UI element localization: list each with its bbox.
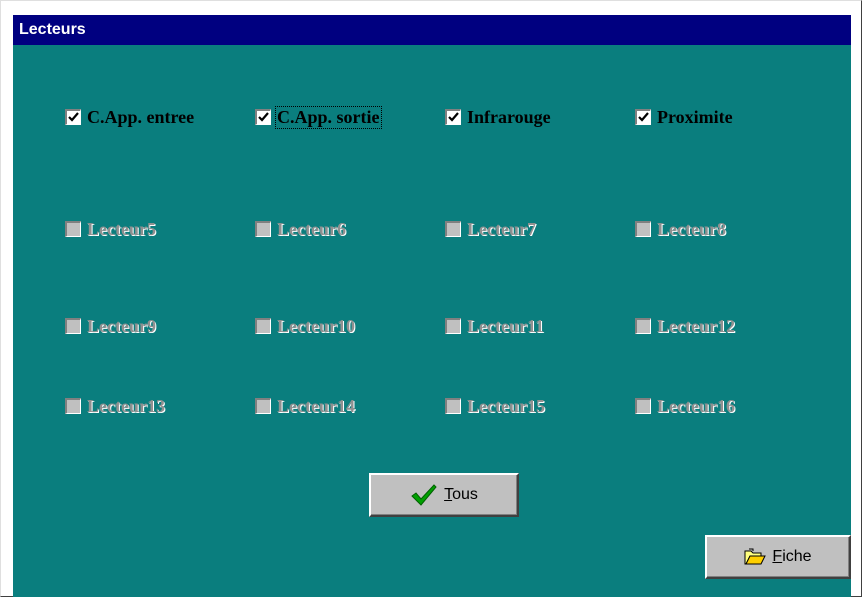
checkbox-lecteur9[interactable]: Lecteur9 (65, 315, 157, 337)
checkbox-lecteur10[interactable]: Lecteur10 (255, 315, 356, 337)
checkbox-lecteur14[interactable]: Lecteur14 (255, 395, 356, 417)
folder-icon (744, 548, 767, 566)
checkbox-lecteur11[interactable]: Lecteur11 (445, 315, 545, 337)
checkbox-proximite[interactable]: Proximite (635, 106, 734, 128)
checkbox-label: Lecteur8 (657, 218, 726, 239)
checkbox-box[interactable] (65, 318, 81, 334)
checkbox-lecteur6[interactable]: Lecteur6 (255, 218, 347, 240)
checkmark-icon (410, 483, 438, 507)
checkbox-label: Proximite (657, 106, 733, 127)
checkbox-label: Lecteur14 (277, 395, 355, 416)
check-mark-icon (638, 112, 649, 122)
checkbox-box[interactable] (255, 221, 271, 237)
checkbox-lecteur16[interactable]: Lecteur16 (635, 395, 736, 417)
checkbox-label: Lecteur12 (657, 315, 735, 336)
window-title: Lecteurs (13, 15, 851, 45)
checkbox-c-app-sortie[interactable]: C.App. sortie (255, 105, 382, 129)
checkbox-box[interactable] (445, 221, 461, 237)
checkbox-label: Lecteur9 (87, 315, 156, 336)
checkbox-box[interactable] (255, 398, 271, 414)
fiche-button[interactable]: Fiche (705, 535, 851, 579)
checkbox-box[interactable] (65, 221, 81, 237)
checkbox-box[interactable] (445, 318, 461, 334)
checkbox-label: C.App. entree (87, 106, 195, 127)
check-mark-icon (258, 112, 269, 122)
checkbox-lecteur13[interactable]: Lecteur13 (65, 395, 166, 417)
checkbox-c-app-entree[interactable]: C.App. entree (65, 106, 195, 128)
checkbox-label: Lecteur7 (467, 218, 536, 239)
checkbox-label: Infrarouge (467, 106, 551, 127)
checkbox-label: Lecteur10 (277, 315, 355, 336)
checkbox-box[interactable] (255, 109, 271, 125)
tous-label: Tous (444, 486, 478, 503)
checkbox-box[interactable] (65, 109, 81, 125)
checkbox-box[interactable] (635, 398, 651, 414)
checkbox-label: Lecteur15 (467, 395, 545, 416)
checkbox-lecteur8[interactable]: Lecteur8 (635, 218, 727, 240)
check-mark-icon (68, 112, 79, 122)
checkbox-lecteur7[interactable]: Lecteur7 (445, 218, 537, 240)
checkbox-lecteur15[interactable]: Lecteur15 (445, 395, 546, 417)
checkbox-box[interactable] (445, 109, 461, 125)
checkbox-label: Lecteur5 (87, 218, 156, 239)
checkbox-label: Lecteur13 (87, 395, 165, 416)
checkbox-lecteur12[interactable]: Lecteur12 (635, 315, 736, 337)
fiche-label: Fiche (772, 548, 812, 565)
checkbox-box[interactable] (635, 221, 651, 237)
tous-button[interactable]: Tous (369, 473, 519, 517)
checkbox-box[interactable] (65, 398, 81, 414)
checkbox-box[interactable] (255, 318, 271, 334)
checkbox-label: C.App. sortie (275, 105, 382, 129)
checkbox-label: Lecteur16 (657, 395, 735, 416)
client-area: C.App. entree C.App. sortie Infrarouge P… (13, 45, 851, 597)
checkbox-label: Lecteur6 (277, 218, 346, 239)
lecteurs-window: Lecteurs C.App. entree C.App. sortie Inf… (0, 0, 862, 597)
check-mark-icon (448, 112, 459, 122)
checkbox-box[interactable] (635, 109, 651, 125)
checkbox-label: Lecteur11 (467, 315, 544, 336)
checkbox-infrarouge[interactable]: Infrarouge (445, 106, 552, 128)
checkbox-box[interactable] (445, 398, 461, 414)
checkbox-box[interactable] (635, 318, 651, 334)
checkbox-lecteur5[interactable]: Lecteur5 (65, 218, 157, 240)
